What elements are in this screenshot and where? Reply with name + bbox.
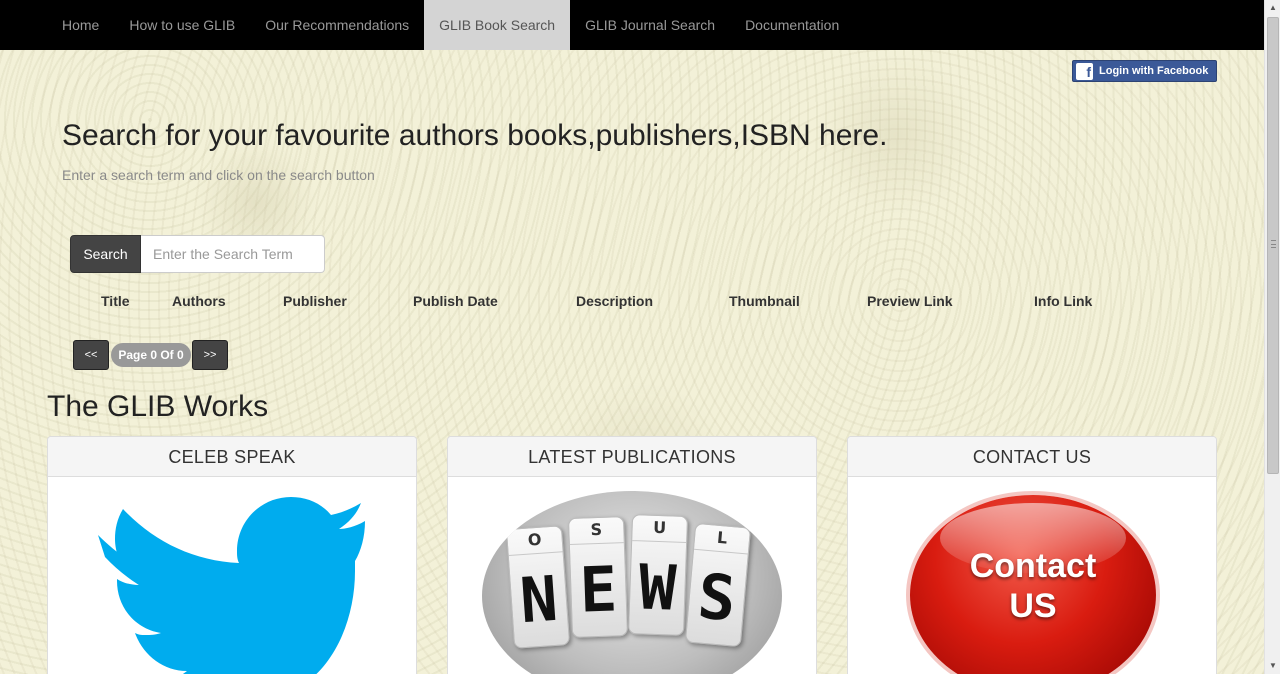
panel-celeb-speak: CELEB SPEAK — [47, 436, 417, 674]
facebook-icon: f — [1076, 62, 1093, 80]
column-header-info-link: Info Link — [1034, 293, 1093, 309]
page-subtitle: Enter a search term and click on the sea… — [62, 167, 375, 183]
works-section-title: The GLIB Works — [47, 390, 269, 423]
contact-us-button[interactable]: Contact US — [910, 495, 1156, 674]
panel-body: Contact US — [848, 477, 1216, 674]
scroll-thumb[interactable] — [1267, 17, 1279, 474]
vertical-scrollbar[interactable]: ▲ ▼ — [1264, 0, 1280, 674]
panel-body — [48, 477, 416, 674]
news-image[interactable]: O N S E U W L S — [482, 491, 782, 674]
facebook-login-button[interactable]: f Login with Facebook — [1072, 60, 1217, 82]
panel-body: O N S E U W L S — [448, 477, 816, 674]
panel-heading: CONTACT US — [848, 437, 1216, 477]
facebook-login-label: Login with Facebook — [1099, 65, 1209, 77]
nav-item-how-to-use[interactable]: How to use GLIB — [114, 0, 250, 50]
column-header-description: Description — [576, 293, 654, 309]
news-cube: U W — [627, 514, 689, 636]
top-navbar: Home How to use GLIB Our Recommendations… — [0, 0, 1264, 50]
contact-text-line-1: Contact — [969, 547, 1097, 585]
nav-item-documentation[interactable]: Documentation — [730, 0, 854, 50]
scroll-down-arrow-icon[interactable]: ▼ — [1265, 658, 1280, 674]
page-title: Search for your favourite authors books,… — [62, 119, 888, 152]
news-cube: O N — [505, 525, 571, 649]
panel-latest-publications: LATEST PUBLICATIONS O N S E U W L S — [447, 436, 817, 674]
nav-item-journal-search[interactable]: GLIB Journal Search — [570, 0, 730, 50]
column-header-publisher: Publisher — [283, 293, 347, 309]
column-header-thumbnail: Thumbnail — [729, 293, 800, 309]
page-status-badge: Page 0 Of 0 — [111, 343, 191, 367]
panel-heading: LATEST PUBLICATIONS — [448, 437, 816, 477]
nav-item-home[interactable]: Home — [47, 0, 114, 50]
scroll-up-arrow-icon[interactable]: ▲ — [1265, 0, 1280, 16]
panel-heading: CELEB SPEAK — [48, 437, 416, 477]
grip-icon — [1271, 240, 1276, 248]
search-group: Search — [70, 235, 325, 273]
column-header-title: Title — [101, 293, 130, 309]
search-input[interactable] — [141, 235, 325, 273]
contact-text-line-2: US — [1009, 587, 1057, 625]
nav-item-book-search[interactable]: GLIB Book Search — [424, 0, 571, 50]
nav-item-recommendations[interactable]: Our Recommendations — [250, 0, 424, 50]
column-header-authors: Authors — [172, 293, 226, 309]
next-page-button[interactable]: >> — [192, 340, 228, 370]
column-header-publish-date: Publish Date — [413, 293, 498, 309]
nav-menu: Home How to use GLIB Our Recommendations… — [47, 0, 854, 50]
prev-page-button[interactable]: << — [73, 340, 109, 370]
news-cube: L S — [684, 522, 752, 648]
panel-contact-us: CONTACT US Contact US — [847, 436, 1217, 674]
news-cube: S E — [567, 516, 629, 638]
search-button[interactable]: Search — [70, 235, 141, 273]
twitter-bird-icon[interactable] — [93, 491, 373, 674]
column-header-preview-link: Preview Link — [867, 293, 953, 309]
